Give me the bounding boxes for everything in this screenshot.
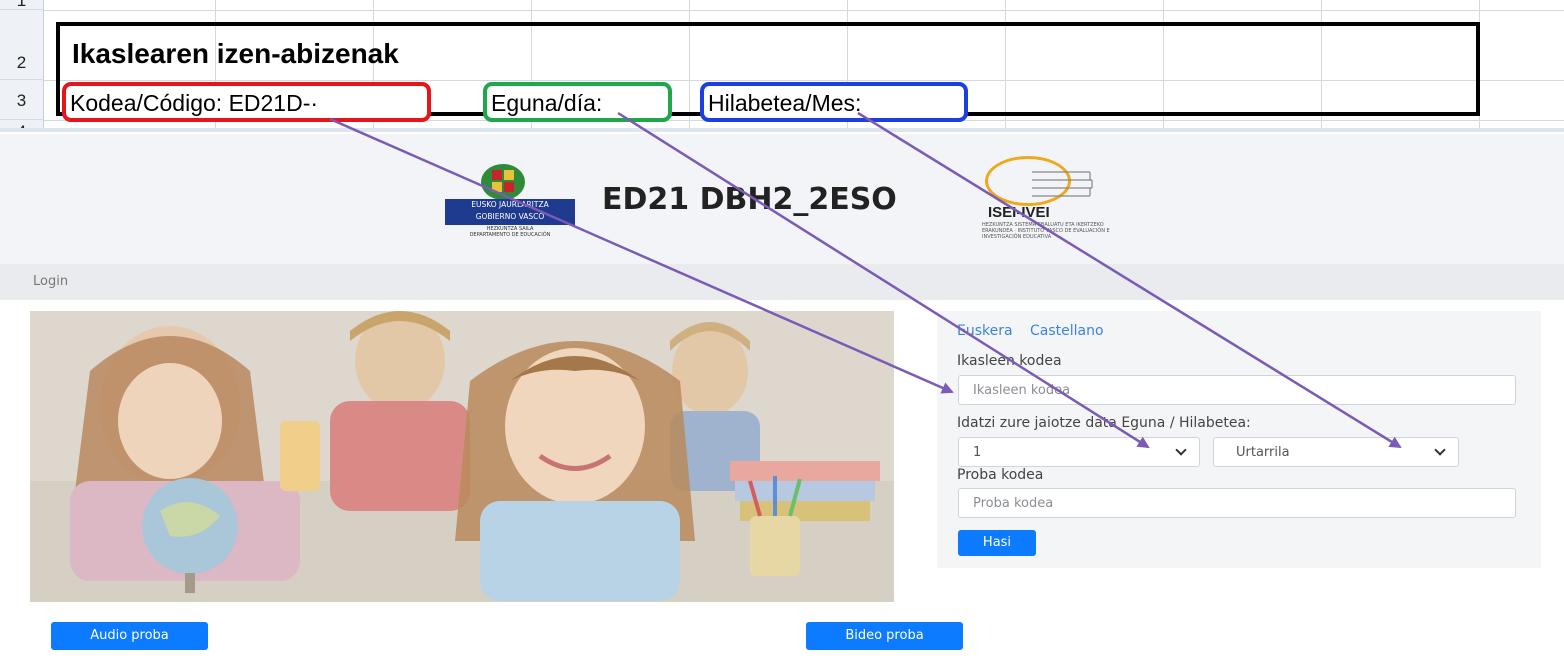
screenshot-root: 1 2 3 4 Ikaslearen izen-abizenak Kodea/C… (0, 0, 1564, 665)
nav-login-link[interactable]: Login (33, 274, 68, 289)
eusko-logo-subtitle-text: HEZKUNTZA SAILA DEPARTAMENTO DE EDUCACIÓ… (469, 226, 551, 238)
day-select-value: 1 (973, 445, 982, 460)
isei-logo-label: ISEI-IVEI (988, 204, 1050, 221)
month-select[interactable]: Urtarrila (1213, 437, 1459, 467)
start-button[interactable]: Hasi (958, 530, 1036, 556)
row-number-1: 1 (0, 0, 44, 10)
lang-euskera-link[interactable]: Euskera (957, 323, 1013, 339)
sheet-month-field: Hilabetea/Mes: (700, 82, 968, 122)
app-title: ED21 DBH2_2ESO (602, 182, 897, 217)
video-test-button[interactable]: Bideo proba (806, 622, 963, 650)
spreadsheet-strip: 1 2 3 4 Ikaslearen izen-abizenak Kodea/C… (0, 0, 1564, 132)
sheet-code-field: Kodea/Código: ED21D-· (62, 82, 431, 122)
basque-government-shield-icon (481, 164, 525, 200)
eusko-logo-subtitle: HEZKUNTZA SAILA DEPARTAMENTO DE EDUCACIÓ… (445, 226, 575, 238)
sheet-day-field: Eguna/día: (483, 82, 672, 122)
chevron-down-icon (1434, 444, 1446, 456)
lang-castellano-link[interactable]: Castellano (1030, 323, 1104, 339)
sheet-title: Ikaslearen izen-abizenak (72, 38, 399, 69)
student-code-input[interactable] (958, 375, 1516, 405)
month-select-value: Urtarrila (1236, 445, 1290, 460)
row-number-4: 4 (0, 120, 44, 128)
student-code-label: Ikasleen kodea (957, 353, 1062, 369)
chevron-down-icon (1175, 444, 1187, 456)
test-code-label: Proba kodea (957, 467, 1044, 483)
audio-test-button[interactable]: Audio proba (51, 622, 208, 650)
students-illustration (30, 311, 894, 602)
eusko-jaurlaritza-logo-text: EUSKO JAURLARITZA GOBIERNO VASCO (445, 199, 575, 225)
isei-logo-subtitle: HEZKUNTZA SISTEMA EBALUATU ETA IKERTZEKO… (982, 222, 1110, 240)
grid-row-line (44, 10, 1564, 11)
eusko-logo-label: EUSKO JAURLARITZA GOBIERNO VASCO (471, 200, 549, 221)
birthdate-label: Idatzi zure jaiotze data Eguna / Hilabet… (957, 415, 1251, 431)
test-code-input[interactable] (958, 488, 1516, 518)
day-select[interactable]: 1 (958, 437, 1200, 467)
hero-image-students (30, 311, 894, 602)
row-number-3: 3 (0, 80, 44, 120)
row-number-2: 2 (0, 10, 44, 80)
isei-logo-lines-icon (1032, 171, 1093, 197)
navbar (0, 264, 1564, 300)
